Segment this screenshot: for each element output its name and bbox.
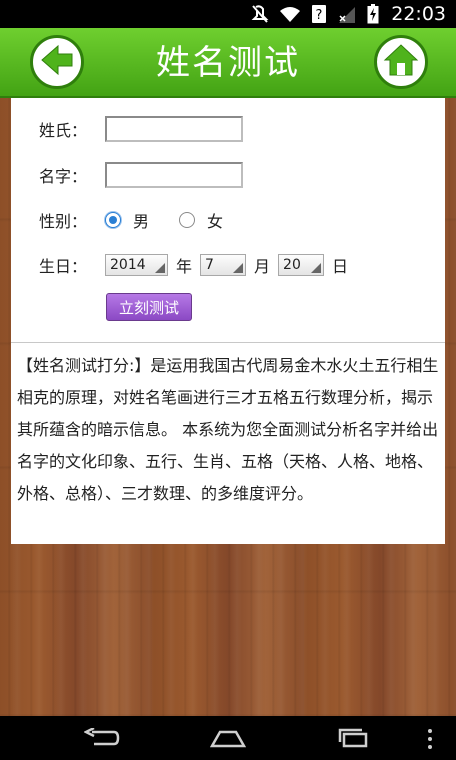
nav-recent-apps-icon[interactable]	[336, 728, 372, 752]
surname-input[interactable]	[105, 116, 243, 142]
status-time: 22:03	[391, 3, 446, 25]
birthday-label: 生日：	[39, 257, 88, 276]
status-bar: ? 22:03	[0, 0, 456, 28]
day-select[interactable]: 20	[278, 254, 325, 276]
app-header: 姓名测试	[0, 28, 456, 98]
gender-female-radio[interactable]	[179, 212, 196, 228]
svg-text:?: ?	[316, 8, 323, 23]
given-name-row: 名字：	[39, 162, 243, 188]
gender-male-label[interactable]: 男	[133, 208, 149, 232]
status-icons: ? 22:03	[251, 3, 446, 25]
signal-icon	[337, 4, 357, 24]
surname-label: 姓氏：	[39, 121, 88, 140]
given-name-label: 名字：	[39, 167, 88, 186]
surname-row: 姓氏：	[39, 116, 243, 142]
wifi-icon	[279, 5, 301, 23]
given-name-input[interactable]	[105, 162, 243, 188]
nav-home-icon[interactable]	[209, 728, 247, 752]
month-select[interactable]: 7	[200, 254, 247, 276]
month-unit: 月	[254, 257, 271, 276]
battery-charging-icon	[367, 4, 379, 24]
divider	[11, 342, 445, 343]
day-unit: 日	[332, 257, 349, 276]
birthday-row: 生日： 2014 年 7 月 20 日	[39, 253, 356, 277]
month-dropdown-arrow-icon	[233, 263, 244, 273]
gender-label: 性别：	[39, 212, 88, 231]
system-nav-bar	[0, 716, 456, 760]
help-icon: ?	[311, 4, 327, 24]
form-panel: 姓氏： 名字： 性别： 男 女 生日： 2014 年 7 月 20 日 立刻测试…	[11, 98, 445, 544]
day-value: 20	[283, 257, 301, 273]
gender-female-label[interactable]: 女	[207, 208, 223, 232]
year-value: 2014	[110, 257, 146, 273]
mute-icon	[251, 4, 269, 24]
description-text: 【姓名测试打分:】是运用我国古代周易金木水火土五行相生相克的原理，对姓名笔画进行…	[17, 356, 439, 503]
year-dropdown-arrow-icon	[155, 263, 165, 273]
day-dropdown-arrow-icon	[311, 263, 322, 273]
submit-test-button[interactable]: 立刻测试	[106, 293, 192, 321]
year-unit: 年	[176, 257, 193, 276]
home-icon	[381, 40, 421, 84]
home-button[interactable]	[374, 35, 428, 89]
gender-male-radio[interactable]	[105, 212, 121, 228]
nav-menu-icon[interactable]	[425, 728, 435, 754]
gender-row: 性别： 男 女	[39, 208, 253, 232]
nav-back-icon[interactable]	[83, 726, 120, 752]
month-value: 7	[205, 257, 214, 273]
year-select[interactable]: 2014	[105, 254, 168, 276]
